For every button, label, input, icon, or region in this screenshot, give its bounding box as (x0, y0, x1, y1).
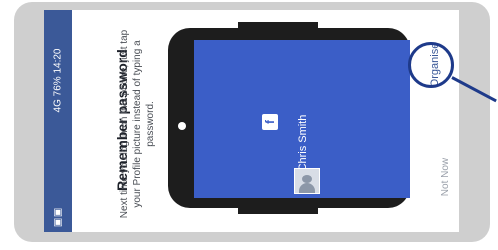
phone-button-bottom (238, 206, 318, 214)
not-now-button[interactable]: Not Now (439, 147, 453, 207)
camera-icon (178, 122, 186, 130)
dialog-description: Next time you log in on this phone, just… (119, 29, 156, 219)
avatar-shoulders (299, 183, 315, 193)
avatar-head (302, 175, 312, 183)
status-time: 4G 76% 14:20 (52, 48, 64, 112)
notification-icons: ▣ ▣ (53, 207, 63, 228)
status-bar: 4G 76% 14:20 ▣ ▣ (44, 10, 72, 232)
status-indicators: 4G 76% 14:20 (44, 40, 72, 120)
highlight-circle (408, 42, 454, 88)
phone-button-top (238, 22, 318, 30)
profile-avatar[interactable] (294, 168, 320, 194)
facebook-logo-icon: f (262, 114, 278, 130)
